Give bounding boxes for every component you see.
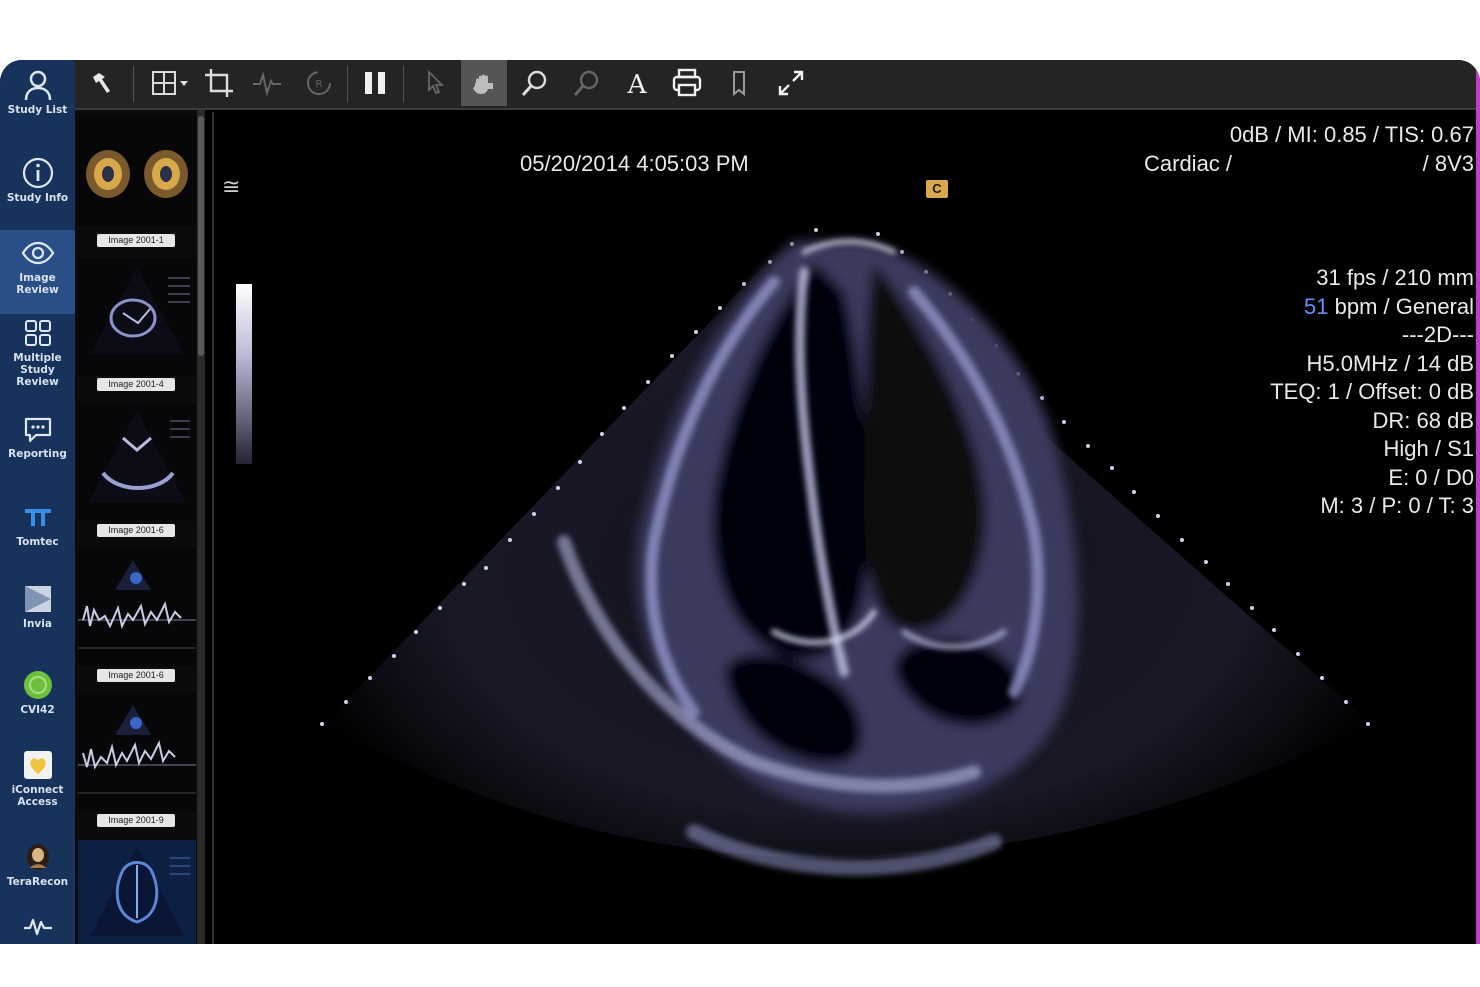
- nav-item-multiple-study-review[interactable]: Multiple Study Review: [0, 316, 75, 402]
- fullscreen-icon[interactable]: [769, 60, 813, 106]
- iconnect-logo-icon: [21, 748, 55, 782]
- user-icon: [21, 68, 55, 102]
- info-icon: [21, 156, 55, 190]
- nav-item-waveform[interactable]: [0, 910, 75, 940]
- nav-label: iConnect Access: [11, 784, 64, 808]
- ultrasound-viewer-window: Study List Study Info Image Review Multi…: [0, 60, 1480, 944]
- nav-label: TeraRecon: [6, 876, 69, 888]
- imaging-parameters: 31 fps / 210 mm 51 bpm / General ---2D--…: [1270, 264, 1474, 521]
- hammer-icon[interactable]: [79, 60, 123, 106]
- thumbnail-image[interactable]: [78, 116, 196, 226]
- probe-orientation-marker: C: [926, 180, 948, 198]
- map-readout: M: 3 / P: 0 / T: 3: [1320, 493, 1474, 518]
- teq-readout: TEQ: 1 / Offset: 0 dB: [1270, 379, 1474, 404]
- nav-item-study-list[interactable]: Study List: [0, 68, 75, 146]
- mode-readout: ---2D---: [1401, 322, 1474, 347]
- eye-icon: [21, 236, 55, 270]
- acquisition-timestamp: 05/20/2014 4:05:03 PM: [520, 151, 749, 176]
- nav-item-tomtec[interactable]: Tomtec: [0, 500, 75, 560]
- nav-item-cvi42[interactable]: CVI42: [0, 668, 75, 730]
- nav-label: Tomtec: [16, 536, 59, 548]
- crop-icon[interactable]: [197, 60, 241, 106]
- thumbnail-scrollbar[interactable]: [197, 110, 205, 944]
- heart-3d-render: [86, 150, 188, 198]
- preset-readout: Cardiac /: [1144, 151, 1233, 176]
- nav-label: CVI42: [20, 704, 55, 716]
- nav-label: Study Info: [6, 192, 69, 204]
- tomtec-logo-icon: [21, 500, 55, 534]
- nav-label: Study List: [7, 104, 68, 116]
- grid-icon: [21, 316, 55, 350]
- waveform-icon: [21, 910, 55, 940]
- resolution-readout: High / S1: [1383, 436, 1475, 461]
- rotate-icon[interactable]: R: [297, 60, 341, 106]
- nav-label: Image Review: [16, 272, 59, 296]
- nav-item-reporting[interactable]: Reporting: [0, 412, 75, 472]
- layout-grid-icon[interactable]: [139, 60, 197, 106]
- acoustic-output-readout: 0dB / MI: 0.85 / TIS: 0.67: [1229, 122, 1474, 147]
- thumbnail-image[interactable]: [78, 403, 196, 521]
- bookmark-icon[interactable]: [717, 60, 761, 106]
- thumbnail-label: Image 2001-4: [97, 378, 175, 391]
- cvi42-logo-icon: [21, 668, 55, 702]
- nav-item-terarecon[interactable]: TeraRecon: [0, 840, 75, 898]
- thumbnail-label: Image 2001-1: [97, 234, 175, 247]
- bpm-value: 51: [1304, 293, 1329, 319]
- terarecon-logo-icon: [21, 840, 55, 874]
- thumbnail-image[interactable]: [78, 258, 196, 376]
- thumbnail-label: Image 2001-6: [97, 524, 175, 537]
- nav-label: Invia: [23, 618, 52, 630]
- text-annotation-icon[interactable]: A: [615, 60, 659, 106]
- svg-text:R: R: [316, 79, 323, 90]
- thumbnail-image[interactable]: [78, 548, 196, 666]
- edge-readout: E: 0 / D0: [1388, 464, 1474, 490]
- chat-icon: [21, 412, 55, 446]
- image-viewport[interactable]: ≅ 05/20/2014 4:05:03 PM C 0dB / MI: 0.85…: [212, 112, 1480, 944]
- thumbnail-strip: Image 2001-1 Image 2001-4 Image 2001-6 I…: [75, 110, 205, 944]
- invia-logo-icon: [21, 582, 55, 616]
- window-edge-accent: [1476, 60, 1480, 944]
- echo-image: [320, 224, 1372, 876]
- left-nav: Study List Study Info Image Review Multi…: [0, 60, 75, 944]
- nav-label: Reporting: [8, 448, 67, 460]
- thumbnail-image-selected[interactable]: [78, 840, 196, 944]
- pause-icon[interactable]: [353, 60, 397, 106]
- thumbnail-image[interactable]: [78, 693, 196, 811]
- nav-item-study-info[interactable]: Study Info: [0, 156, 75, 228]
- nav-item-iconnect-access[interactable]: iConnect Access: [0, 748, 75, 818]
- zoom-out-icon[interactable]: [565, 60, 609, 106]
- frequency-readout: H5.0MHz / 14 dB: [1306, 350, 1474, 376]
- zoom-in-icon[interactable]: [513, 60, 557, 106]
- nav-label: Multiple Study Review: [13, 352, 62, 388]
- bpm-label: bpm / General: [1328, 293, 1474, 319]
- thumbnail-label: Image 2001-6: [97, 669, 175, 682]
- overlay-menu-glyph[interactable]: ≅: [222, 174, 240, 200]
- pan-hand-icon[interactable]: [461, 60, 507, 106]
- fps-depth-readout: 31 fps / 210 mm: [1316, 265, 1474, 290]
- heart-rate-readout: 51 bpm / General: [1270, 293, 1474, 322]
- nav-item-invia[interactable]: Invia: [0, 582, 75, 644]
- grayscale-bar: [236, 284, 252, 464]
- toolbar: R A: [75, 60, 1480, 110]
- svg-text:A: A: [627, 70, 648, 98]
- nav-item-image-review[interactable]: Image Review: [0, 230, 75, 314]
- thumbnail-label: Image 2001-9: [97, 814, 175, 827]
- print-icon[interactable]: [665, 60, 709, 106]
- pointer-icon[interactable]: [411, 60, 455, 106]
- probe-readout: / 8V3: [1422, 151, 1474, 176]
- dynamic-range-readout: DR: 68 dB: [1372, 407, 1475, 433]
- ecg-icon[interactable]: [245, 60, 289, 106]
